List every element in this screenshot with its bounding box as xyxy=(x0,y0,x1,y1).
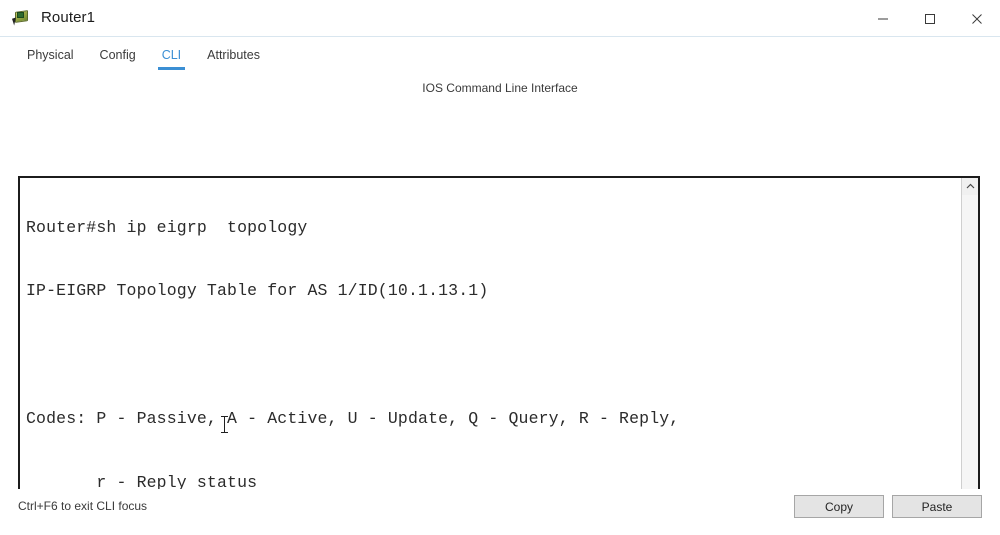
tab-cli-label: CLI xyxy=(161,48,182,62)
terminal-line: Router#sh ip eigrp topology xyxy=(26,217,308,237)
close-icon[interactable] xyxy=(953,0,1000,37)
cli-panel: IOS Command Line Interface Router#sh ip … xyxy=(0,75,1000,535)
background-content-sliver xyxy=(0,527,1000,535)
tab-config-label: Config xyxy=(99,48,136,62)
terminal-lines: Router#sh ip eigrp topology IP-EIGRP Top… xyxy=(26,178,679,535)
cli-footer: Ctrl+F6 to exit CLI focus Copy Paste xyxy=(0,489,1000,527)
router-device-icon xyxy=(12,8,32,28)
terminal-clip: Router#sh ip eigrp topology IP-EIGRP Top… xyxy=(26,178,961,535)
window-titlebar[interactable]: Router1 xyxy=(0,0,1000,37)
background-text-row xyxy=(0,527,1000,535)
paste-button[interactable]: Paste xyxy=(892,495,982,518)
chevron-up-icon[interactable] xyxy=(962,178,978,195)
tab-config[interactable]: Config xyxy=(87,47,149,72)
terminal-output[interactable]: Router#sh ip eigrp topology IP-EIGRP Top… xyxy=(20,178,961,535)
terminal-container: Router#sh ip eigrp topology IP-EIGRP Top… xyxy=(18,176,980,535)
window-controls xyxy=(859,0,1000,37)
tab-physical-label: Physical xyxy=(27,48,74,62)
window-title: Router1 xyxy=(41,9,96,26)
copy-button[interactable]: Copy xyxy=(794,495,884,518)
router1-window: Router1 Physical Config CLI Attributes I… xyxy=(0,0,1000,535)
scrollbar-track[interactable] xyxy=(962,195,978,535)
maximize-icon[interactable] xyxy=(906,0,953,37)
terminal-line: Codes: P - Passive, A - Active, U - Upda… xyxy=(26,409,680,429)
tab-attributes-label: Attributes xyxy=(207,48,260,62)
tab-attributes[interactable]: Attributes xyxy=(194,47,273,72)
cli-caption: IOS Command Line Interface xyxy=(422,81,578,95)
minimize-icon[interactable] xyxy=(859,0,906,37)
terminal-vertical-scrollbar[interactable] xyxy=(961,178,978,535)
footer-buttons: Copy Paste xyxy=(794,495,982,518)
tab-cli[interactable]: CLI xyxy=(149,47,194,72)
cli-focus-hint: Ctrl+F6 to exit CLI focus xyxy=(18,499,148,513)
tab-bar: Physical Config CLI Attributes xyxy=(0,37,1000,75)
tab-active-indicator xyxy=(157,67,186,70)
app-root: Router1 Physical Config CLI Attributes I… xyxy=(0,0,1000,535)
tab-physical[interactable]: Physical xyxy=(14,47,87,72)
terminal-line: IP-EIGRP Topology Table for AS 1/ID(10.1… xyxy=(26,281,489,301)
